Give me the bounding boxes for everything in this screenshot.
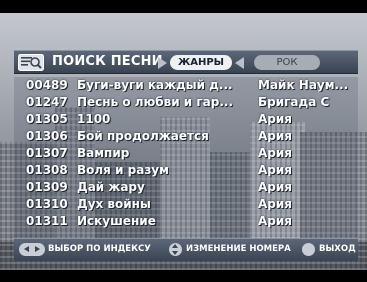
song-artist: Ария <box>258 129 292 143</box>
song-artist: Ария <box>258 163 292 177</box>
letterbox-bottom <box>0 270 367 282</box>
arrow-left-small-icon <box>24 246 29 252</box>
song-title: Дай жару <box>77 180 145 194</box>
left-right-button-icon[interactable] <box>19 243 45 256</box>
song-number: 01247 <box>26 95 68 109</box>
song-artist: Ария <box>258 146 292 160</box>
change-number-label: ИЗМЕНЕНИЕ НОМЕРА <box>186 244 291 254</box>
header-bar: ПОИСК ПЕСНИ ЖАНРЫ РОК <box>14 50 358 74</box>
song-row[interactable]: 01306 Бой продолжается Ария <box>14 128 358 145</box>
song-title: 1100 <box>77 112 111 126</box>
arrow-left-icon[interactable] <box>235 57 244 69</box>
category-value[interactable]: РОК <box>254 55 320 70</box>
exit-label: ВЫХОД <box>319 244 356 254</box>
song-number: 01308 <box>26 163 68 177</box>
search-list-icon <box>18 54 44 71</box>
song-title: Дух войны <box>77 197 151 211</box>
song-number: 01310 <box>26 197 68 211</box>
song-title: Вампир <box>77 146 130 160</box>
song-row[interactable]: 01311 Искушение Ария <box>14 213 358 230</box>
letterbox-top <box>0 0 367 13</box>
song-artist: Ария <box>258 112 292 126</box>
song-artist: Ария <box>258 214 292 228</box>
song-artist: Бригада С <box>258 95 330 109</box>
page-title: ПОИСК ПЕСНИ <box>52 54 163 69</box>
category-selector[interactable]: ЖАНРЫ <box>170 55 232 70</box>
song-title: Бой продолжается <box>77 129 209 143</box>
arrow-right-small-icon <box>35 246 40 252</box>
song-row[interactable]: 01247 Песнь о любви и гар... Бригада С <box>14 94 358 111</box>
arrow-right-icon[interactable] <box>158 57 167 69</box>
exit-button-icon[interactable] <box>302 243 315 256</box>
song-title: Песнь о любви и гар... <box>77 95 234 109</box>
song-number: 01309 <box>26 180 68 194</box>
index-select-label: ВЫБОР ПО ИНДЕКСУ <box>48 244 151 254</box>
song-row[interactable]: 00489 Буги-вуги каждый д... Майк Наум... <box>14 77 358 94</box>
song-search-panel: ПОИСК ПЕСНИ ЖАНРЫ РОК 00489 Буги-вуги ка… <box>14 50 358 266</box>
song-number: 01307 <box>26 146 68 160</box>
song-number: 01305 <box>26 112 68 126</box>
song-title: Искушение <box>77 214 156 228</box>
song-list: 00489 Буги-вуги каждый д... Майк Наум...… <box>14 77 358 237</box>
song-artist: Майк Наум... <box>258 78 349 92</box>
song-number: 01311 <box>26 214 68 228</box>
song-row[interactable]: 01307 Вампир Ария <box>14 145 358 162</box>
song-row[interactable]: 01305 1100 Ария <box>14 111 358 128</box>
song-row[interactable]: 01310 Дух войны Ария <box>14 196 358 213</box>
song-row[interactable]: 01309 Дай жару Ария <box>14 179 358 196</box>
up-down-button-icon[interactable] <box>169 243 182 256</box>
arrow-up-small-icon <box>172 244 178 248</box>
song-artist: Ария <box>258 180 292 194</box>
song-number: 01306 <box>26 129 68 143</box>
arrow-down-small-icon <box>172 251 178 255</box>
song-artist: Ария <box>258 197 292 211</box>
song-title: Буги-вуги каждый д... <box>77 78 233 92</box>
song-title: Воля и разум <box>77 163 169 177</box>
song-row[interactable]: 01308 Воля и разум Ария <box>14 162 358 179</box>
song-number: 00489 <box>26 78 68 92</box>
footer-bar: ВЫБОР ПО ИНДЕКСУ ИЗМЕНЕНИЕ НОМЕРА ВЫХОД <box>14 238 358 261</box>
